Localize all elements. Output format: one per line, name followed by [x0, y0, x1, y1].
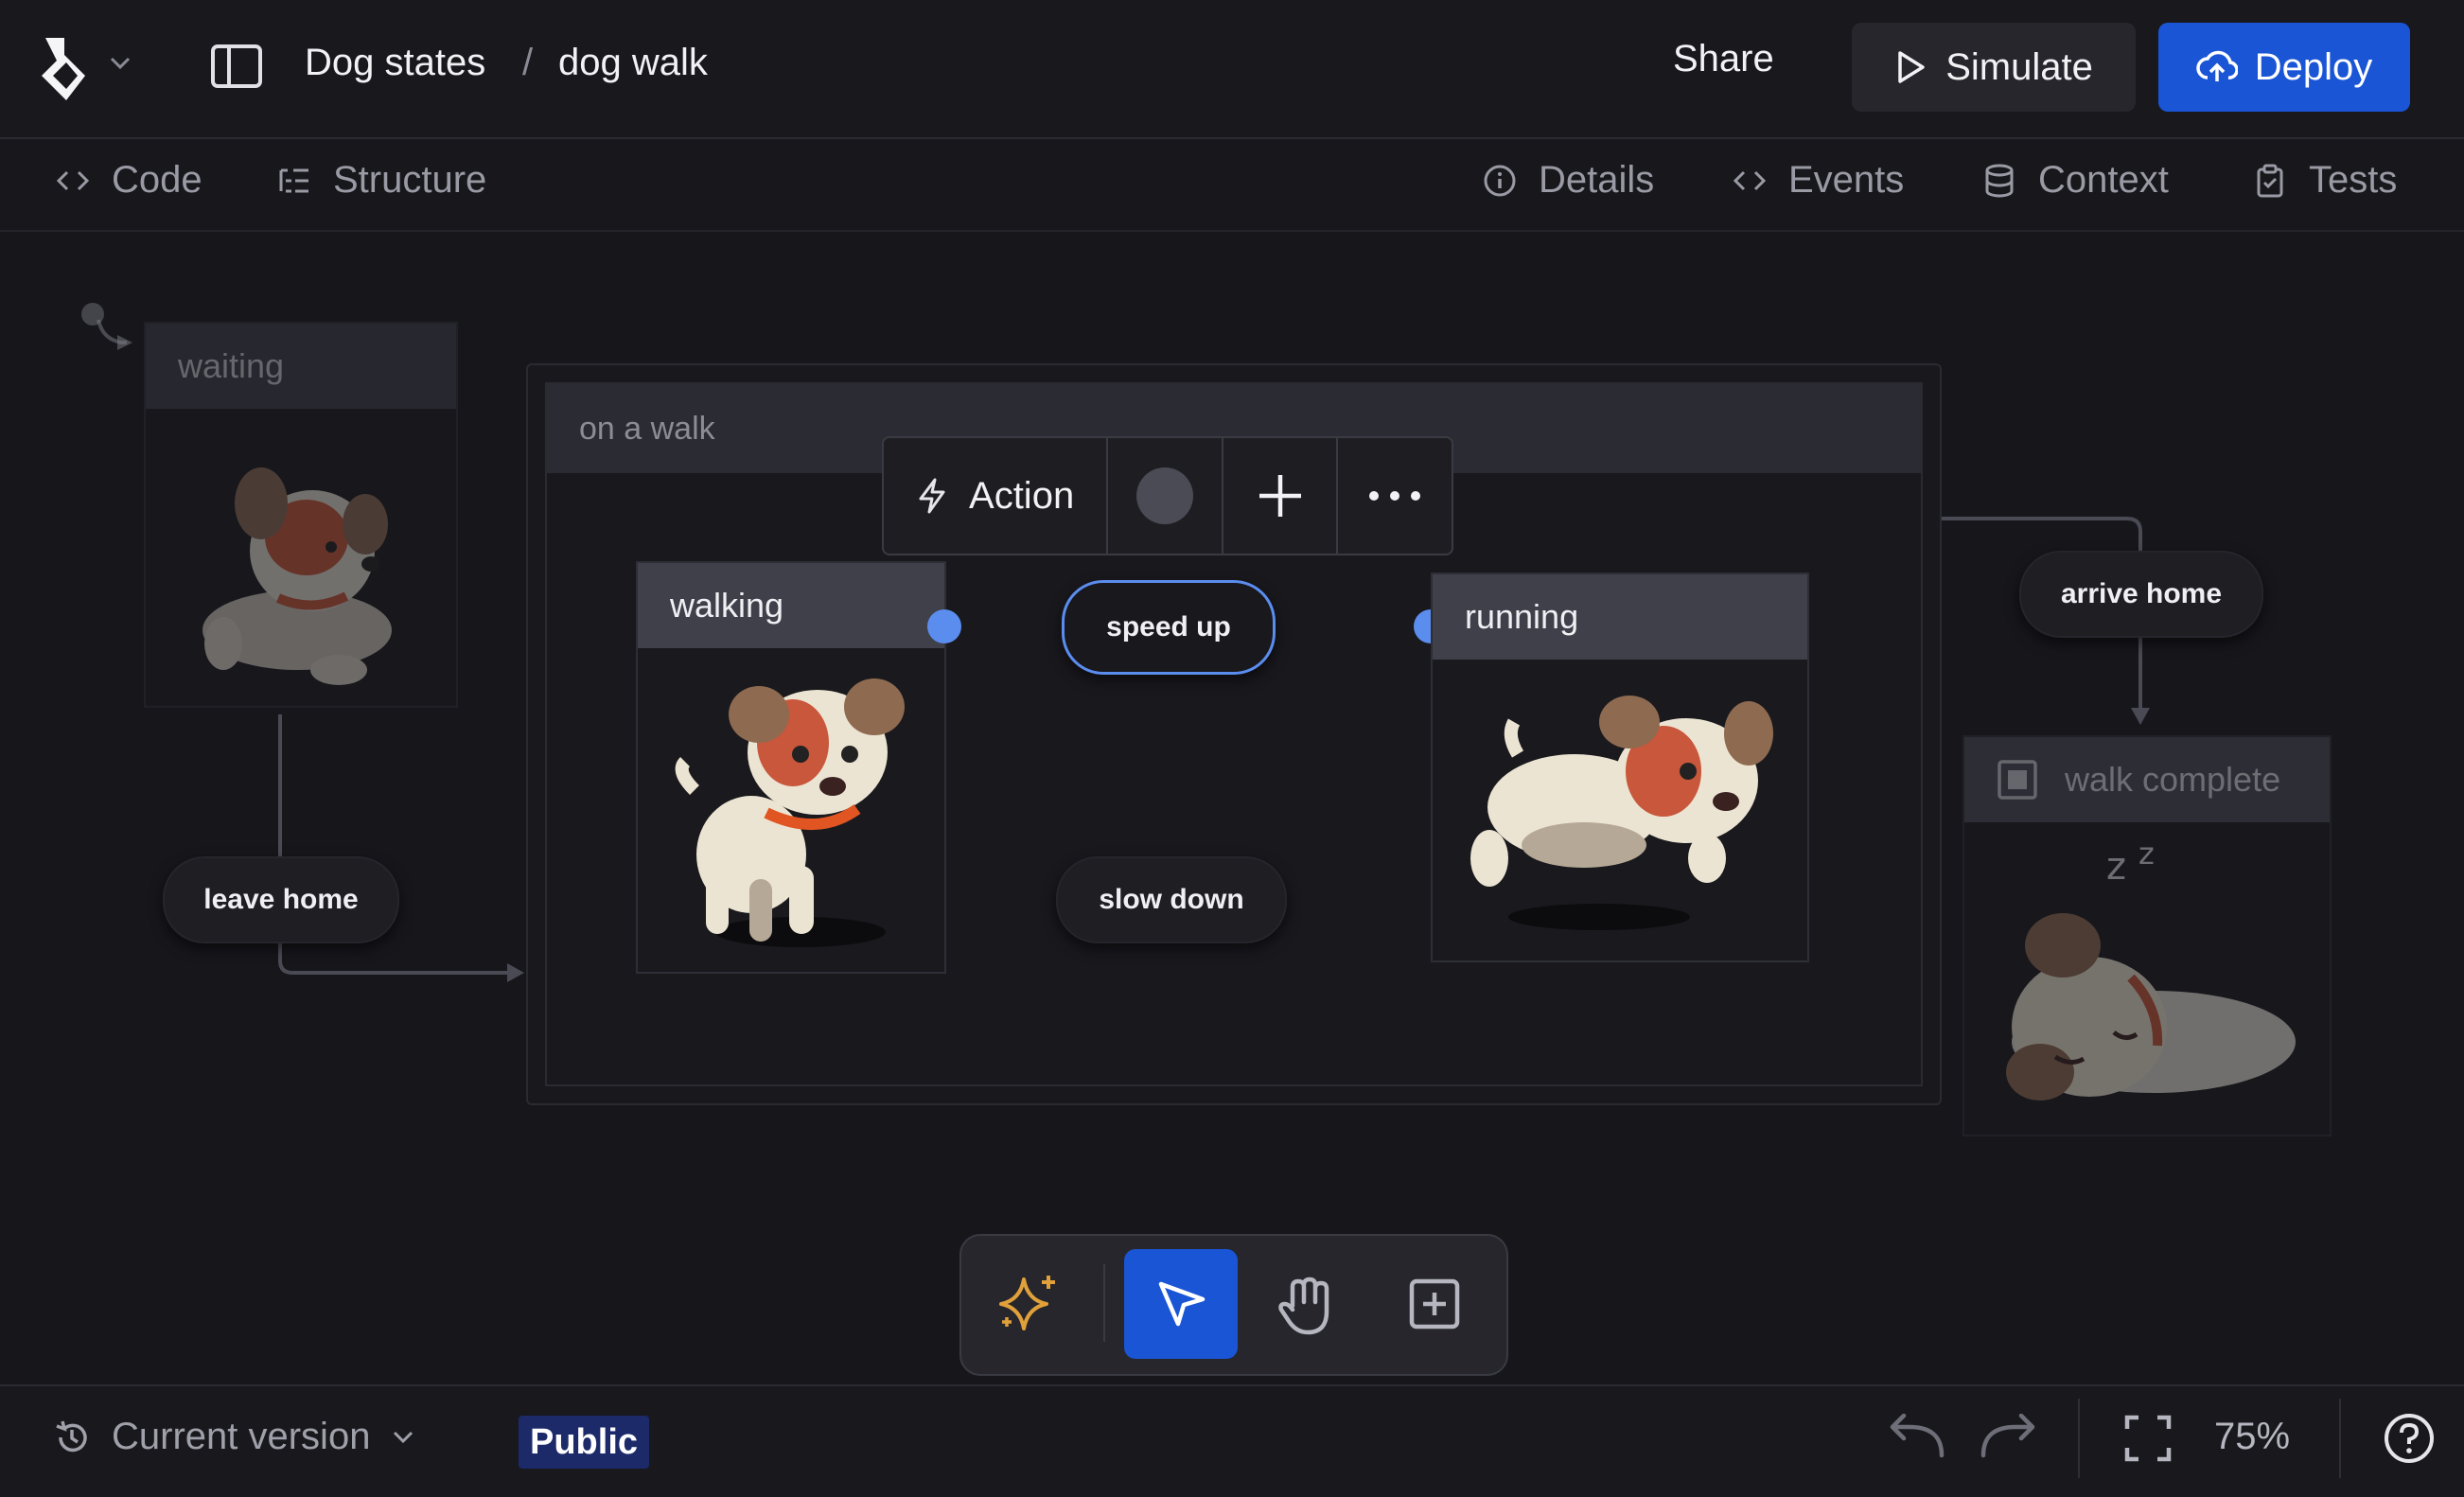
redo-icon[interactable] — [1978, 1413, 2040, 1466]
add-action-button[interactable]: Action — [884, 438, 1109, 554]
plus-icon — [1258, 475, 1301, 517]
pointer-icon — [1158, 1281, 1206, 1327]
dog-sleeping-illustration: z z — [2006, 836, 2296, 1101]
dog-running-illustration — [1470, 696, 1773, 930]
final-state-icon — [1998, 760, 2037, 800]
state-waiting-label: waiting — [146, 324, 456, 409]
dog-walking-illustration — [675, 678, 905, 947]
lightning-icon — [919, 478, 945, 514]
more-horizontal-icon — [1369, 491, 1421, 501]
zoom-level[interactable]: 75% — [2214, 1416, 2290, 1458]
state-running-label: running — [1433, 574, 1807, 660]
footer-divider — [2078, 1399, 2080, 1478]
transition-leave-home[interactable]: leave home — [163, 856, 399, 943]
chevron-down-icon — [394, 1431, 414, 1443]
color-swatch — [1136, 467, 1193, 524]
fullscreen-icon[interactable] — [2123, 1414, 2173, 1468]
state-walk-complete-header: walk complete — [1964, 737, 2330, 822]
transition-speed-up[interactable]: speed up — [1062, 580, 1276, 675]
footer-divider — [2339, 1399, 2341, 1478]
state-walk-complete[interactable]: walk complete z z — [1962, 735, 2332, 1136]
dog-sitting-illustration — [202, 467, 392, 685]
undo-icon[interactable] — [1885, 1413, 1947, 1466]
toolbar-divider — [1103, 1264, 1105, 1342]
version-selector[interactable]: Current version — [53, 1416, 415, 1458]
node-action-toolbar: Action — [882, 436, 1453, 555]
help-icon[interactable] — [2383, 1412, 2436, 1470]
transition-arrive-home[interactable]: arrive home — [2019, 551, 2263, 638]
sparkles-icon[interactable] — [994, 1270, 1065, 1341]
state-waiting[interactable]: waiting — [144, 322, 458, 708]
state-walking[interactable]: walking — [636, 561, 946, 974]
visibility-badge[interactable]: Public — [519, 1416, 650, 1469]
color-picker-button[interactable] — [1108, 438, 1223, 554]
select-tool-button[interactable] — [1124, 1249, 1238, 1359]
version-label: Current version — [112, 1416, 371, 1457]
add-button[interactable] — [1223, 438, 1339, 554]
hand-icon[interactable] — [1276, 1274, 1336, 1341]
more-options-button[interactable] — [1338, 438, 1452, 554]
state-walk-complete-label: walk complete — [2065, 760, 2281, 799]
transition-source-handle[interactable] — [927, 609, 961, 643]
state-walking-label: walking — [638, 563, 944, 648]
history-icon — [56, 1420, 87, 1452]
transition-slow-down[interactable]: slow down — [1056, 856, 1287, 943]
add-box-icon[interactable] — [1408, 1277, 1461, 1335]
svg-text:z: z — [2138, 836, 2155, 872]
state-running[interactable]: running — [1431, 572, 1809, 962]
svg-text:z: z — [2106, 845, 2126, 889]
action-label: Action — [969, 474, 1075, 517]
